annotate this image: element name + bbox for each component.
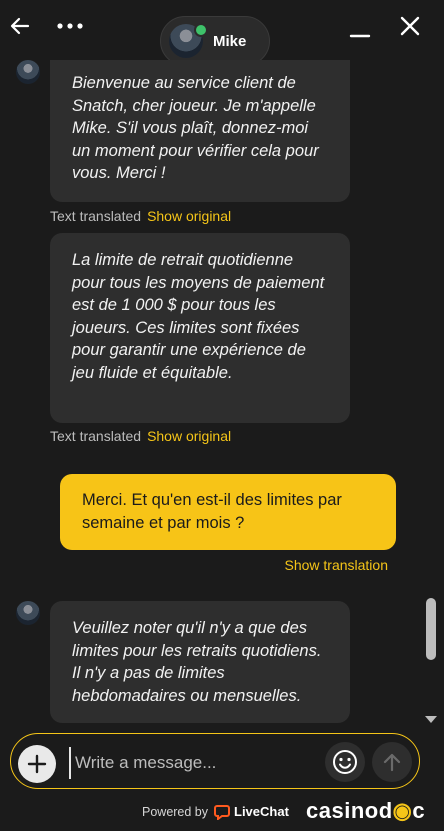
show-original-link[interactable]: Show original bbox=[147, 208, 231, 224]
minimize-icon bbox=[349, 34, 371, 38]
agent-message-bubble: Veuillez noter qu'il n'y a que des limit… bbox=[50, 601, 350, 723]
arrow-left-icon bbox=[10, 17, 30, 35]
logo-accent-icon: ◉ bbox=[392, 798, 413, 823]
message-text: Bienvenue au service client de Snatch, c… bbox=[72, 74, 319, 182]
more-options-button[interactable] bbox=[54, 12, 86, 40]
close-icon bbox=[400, 16, 420, 36]
scrollbar-thumb[interactable] bbox=[426, 598, 436, 660]
online-status-indicator bbox=[194, 23, 208, 37]
plus-icon bbox=[27, 754, 47, 774]
agent-message-bubble: La limite de retrait quotidienne pour to… bbox=[50, 233, 350, 423]
agent-message-avatar bbox=[16, 601, 40, 625]
scroll-down-arrow-icon[interactable] bbox=[425, 716, 437, 723]
casinodoc-logo: casinod◉c bbox=[306, 798, 426, 823]
agent-name: Mike bbox=[213, 32, 247, 50]
message-text: Merci. Et qu'en est-il des limites par s… bbox=[82, 491, 342, 532]
translation-status: Text translated bbox=[50, 208, 142, 224]
translation-meta: Text translated Show original bbox=[50, 208, 231, 224]
close-button[interactable] bbox=[396, 12, 424, 40]
translation-status: Text translated bbox=[50, 428, 142, 444]
livechat-logo-icon bbox=[214, 805, 230, 820]
agent-message-bubble: Bienvenue au service client de Snatch, c… bbox=[50, 60, 350, 202]
agent-message-avatar bbox=[16, 60, 40, 84]
user-message-bubble: Merci. Et qu'en est-il des limites par s… bbox=[60, 474, 396, 550]
message-text: La limite de retrait quotidienne pour to… bbox=[72, 251, 325, 382]
chat-header: Mike bbox=[0, 0, 444, 66]
translation-meta: Text translated Show original bbox=[50, 428, 231, 444]
agent-info[interactable]: Mike bbox=[160, 16, 270, 66]
emoji-button[interactable] bbox=[325, 742, 365, 782]
send-arrow-icon bbox=[383, 753, 401, 772]
minimize-button[interactable] bbox=[346, 12, 374, 40]
powered-by-label: Powered by bbox=[142, 805, 209, 819]
show-translation-link[interactable]: Show translation bbox=[284, 557, 388, 573]
message-list[interactable]: Bienvenue au service client de Snatch, c… bbox=[0, 60, 444, 730]
livechat-link[interactable]: LiveChat bbox=[234, 804, 289, 819]
back-button[interactable] bbox=[6, 12, 34, 40]
message-text: Veuillez noter qu'il n'y a que des limit… bbox=[72, 619, 322, 705]
show-original-link[interactable]: Show original bbox=[147, 428, 231, 444]
more-dots-icon bbox=[57, 23, 83, 29]
send-button[interactable] bbox=[372, 742, 412, 782]
emoji-icon bbox=[333, 750, 357, 774]
attach-button[interactable] bbox=[18, 745, 56, 783]
message-input[interactable] bbox=[69, 747, 317, 779]
footer: Powered by LiveChat casinod◉c bbox=[0, 796, 444, 831]
